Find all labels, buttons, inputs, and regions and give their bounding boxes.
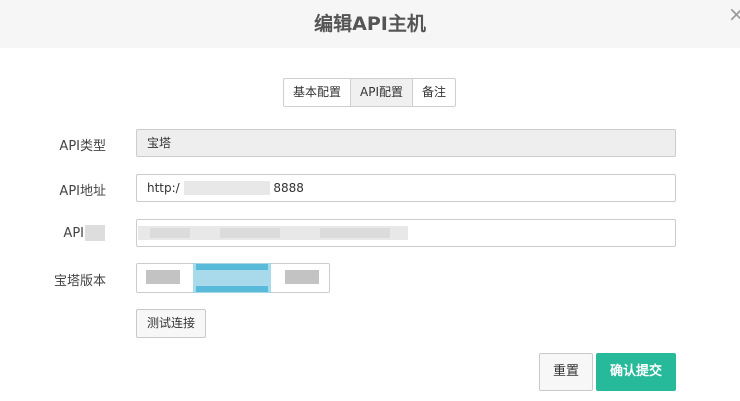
tab-notes[interactable]: 备注 <box>412 78 457 107</box>
api-key-label: API <box>63 226 84 241</box>
redaction-blur <box>320 228 390 238</box>
test-connection-button[interactable]: 测试连接 <box>136 309 206 338</box>
redaction-blur <box>196 264 268 270</box>
api-type-value: 宝塔 <box>147 136 172 150</box>
api-type-label: API类型 <box>59 139 106 154</box>
tab-basic-config[interactable]: 基本配置 <box>283 78 352 107</box>
panel-version-label: 宝塔版本 <box>53 274 106 289</box>
tab-bar: 基本配置 API配置 备注 <box>283 78 457 107</box>
api-type-field: 宝塔 <box>136 129 676 157</box>
redaction-blur <box>220 228 280 238</box>
api-address-label: API地址 <box>59 184 106 199</box>
dialog-title: 编辑API主机 <box>314 13 426 35</box>
submit-button[interactable]: 确认提交 <box>596 353 676 391</box>
redaction-blur <box>184 181 270 195</box>
redaction-blur <box>85 225 105 241</box>
reset-button[interactable]: 重置 <box>539 353 593 391</box>
redaction-blur <box>285 270 319 284</box>
redaction-blur <box>146 270 180 284</box>
close-icon[interactable]: × <box>728 4 740 24</box>
api-address-suffix: 8888 <box>273 181 304 195</box>
redaction-blur <box>196 286 268 292</box>
tab-api-config[interactable]: API配置 <box>350 78 414 107</box>
api-address-prefix: http:/ <box>147 181 180 195</box>
redaction-blur <box>150 228 190 238</box>
